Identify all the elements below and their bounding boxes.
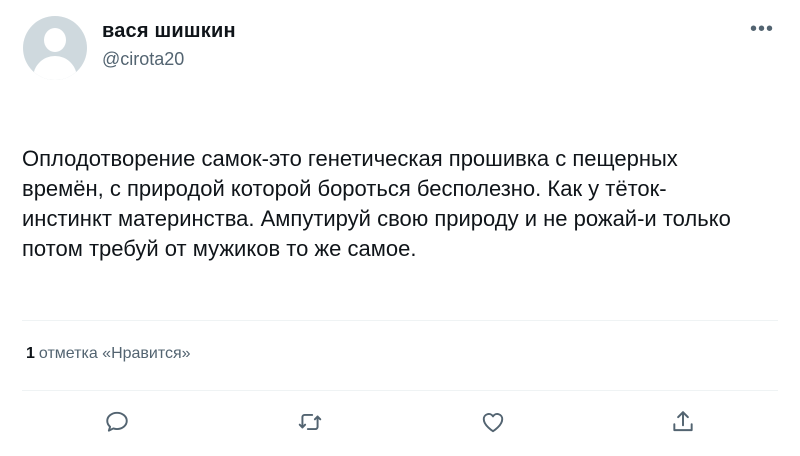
- retweet-icon: [298, 413, 322, 431]
- action-bar: [0, 406, 800, 438]
- likes-label: отметка «Нравится»: [38, 345, 191, 362]
- like-icon: [482, 413, 504, 433]
- reply-button[interactable]: [101, 406, 133, 438]
- author-name[interactable]: вася шишкин: [102, 20, 236, 43]
- retweet-button[interactable]: [294, 406, 326, 438]
- like-button[interactable]: [477, 406, 509, 438]
- tweet-text-line: потом требуй от мужиков то же самое.: [22, 236, 417, 261]
- tweet-text-line: Оплодотворение самок-это генетическая пр…: [22, 146, 678, 171]
- likes-count: 1: [26, 345, 35, 362]
- tweet-text: Оплодотворение самок-это генетическая пр…: [22, 144, 782, 264]
- reply-icon: [106, 411, 128, 432]
- likes-stat[interactable]: 1 отметка «Нравится»: [26, 345, 191, 363]
- avatar[interactable]: [23, 16, 87, 80]
- tweet-text-line: инстинкт материнства. Ампутируй свою при…: [22, 206, 731, 231]
- divider: [22, 320, 778, 321]
- avatar-head-shape: [44, 28, 66, 52]
- divider: [22, 390, 778, 391]
- tweet-text-line: времён, с природой которой бороться бесп…: [22, 176, 667, 201]
- author-handle[interactable]: @cirota20: [102, 49, 184, 70]
- share-button[interactable]: [667, 406, 699, 438]
- share-icon: [673, 411, 693, 432]
- avatar-body-shape: [33, 56, 77, 80]
- more-icon[interactable]: •••: [750, 19, 774, 39]
